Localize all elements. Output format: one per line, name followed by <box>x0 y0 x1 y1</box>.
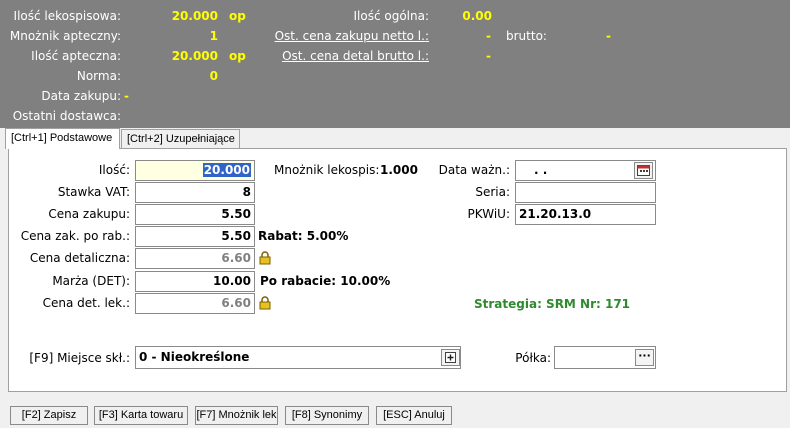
po-rabacie-text: Po rabacie: 10.00% <box>260 274 391 288</box>
cena-zak-po-rab-input[interactable]: 5.50 <box>135 226 255 247</box>
data-zakupu-value: - <box>124 89 129 103</box>
ilosc-lekospisowa-label: Ilość lekospisowa: <box>13 9 121 23</box>
ilosc-input[interactable]: 20.000 <box>135 160 255 181</box>
ellipsis-icon[interactable]: ··· <box>635 349 654 366</box>
mnoznik-apteczny-value: 1 <box>209 29 218 43</box>
summary-header: Ilość lekospisowa: 20.000 op Mnożnik apt… <box>0 0 790 128</box>
norma-label: Norma: <box>76 69 121 83</box>
ilosc-label: Ilość: <box>98 163 130 177</box>
data-zakupu-label: Data zakupu: <box>41 89 121 103</box>
calendar-button[interactable] <box>634 162 653 179</box>
tab-podstawowe[interactable]: [Ctrl+1] Podstawowe <box>5 128 120 149</box>
ost-cena-zakupu-value: - <box>486 29 491 43</box>
ilosc-lekospisowa-unit: op <box>229 9 246 23</box>
multiplier-button[interactable]: [F7] Mnożnik lek <box>195 406 278 425</box>
plus-icon <box>445 352 456 363</box>
ilosc-input-value: 20.000 <box>202 163 251 177</box>
data-wazn-label: Data ważn.: <box>438 163 510 177</box>
ilosc-apteczna-unit: op <box>229 49 246 63</box>
ilosc-lekospisowa-value: 20.000 <box>171 9 218 23</box>
add-location-button[interactable] <box>441 349 460 366</box>
ilosc-apteczna-value: 20.000 <box>171 49 218 63</box>
save-button[interactable]: [F2] Zapisz <box>10 406 88 425</box>
lock-icon[interactable] <box>259 296 271 310</box>
button-bar: [F2] Zapisz [F3] Karta towaru [F7] Mnożn… <box>0 400 790 428</box>
ost-cena-zakupu-link[interactable]: Ost. cena zakupu netto l.: <box>260 29 429 43</box>
tab-uzupelniajace[interactable]: [Ctrl+2] Uzupełniające <box>121 129 240 148</box>
pkwiu-label: PKWiU: <box>467 207 510 221</box>
stawka-vat-input[interactable]: 8 <box>135 182 255 203</box>
tab-strip: [Ctrl+1] Podstawowe [Ctrl+2] Uzupełniają… <box>0 128 790 149</box>
ost-cena-detal-link[interactable]: Ost. cena detal brutto l.: <box>260 49 429 63</box>
mnoznik-lekospis-label: Mnożnik lekospis: <box>274 163 380 177</box>
ost-cena-detal-value: - <box>486 49 491 63</box>
stawka-vat-label: Stawka VAT: <box>57 185 130 199</box>
brutto-value: - <box>606 29 611 43</box>
marza-label: Marża (DET): <box>52 274 130 288</box>
seria-label: Seria: <box>475 185 510 199</box>
miejsce-skl-label: [F9] Miejsce skł.: <box>29 351 130 365</box>
cancel-button[interactable]: [ESC] Anuluj <box>376 406 452 425</box>
seria-input[interactable] <box>515 182 656 203</box>
ostatni-dostawca-label: Ostatni dostawca: <box>12 109 121 123</box>
miejsce-skl-input[interactable]: 0 - Nieokreślone <box>135 346 461 369</box>
polka-label: Półka: <box>515 351 551 365</box>
cena-det-lek-label: Cena det. lek.: <box>42 296 130 310</box>
brutto-label: brutto: <box>506 29 547 43</box>
cena-detaliczna-input[interactable]: 6.60 <box>135 248 255 269</box>
product-card-button[interactable]: [F3] Karta towaru <box>94 406 188 425</box>
ilosc-apteczna-label: Ilość apteczna: <box>31 49 121 63</box>
marza-input[interactable]: 10.00 <box>135 271 255 292</box>
synonyms-button[interactable]: [F8] Synonimy <box>285 406 369 425</box>
cena-zak-po-rab-label: Cena zak. po rab.: <box>20 229 130 243</box>
ilosc-ogolna-label: Ilość ogólna: <box>353 9 429 23</box>
norma-value: 0 <box>209 69 218 83</box>
cena-zakupu-input[interactable]: 5.50 <box>135 204 255 225</box>
strategia-text: Strategia: SRM Nr: 171 <box>474 297 631 311</box>
calendar-icon <box>637 165 650 176</box>
cena-det-lek-input[interactable]: 6.60 <box>135 293 255 314</box>
pkwiu-input[interactable]: 21.20.13.0 <box>515 204 656 225</box>
lock-icon[interactable] <box>259 251 271 265</box>
ilosc-ogolna-value: 0.00 <box>462 9 492 23</box>
cena-detaliczna-label: Cena detaliczna: <box>29 251 130 265</box>
mnoznik-apteczny-label: Mnożnik apteczny: <box>9 29 121 43</box>
mnoznik-lekospis-value: 1.000 <box>380 163 418 177</box>
rabat-text: Rabat: 5.00% <box>258 229 349 243</box>
cena-zakupu-label: Cena zakupu: <box>48 207 130 221</box>
